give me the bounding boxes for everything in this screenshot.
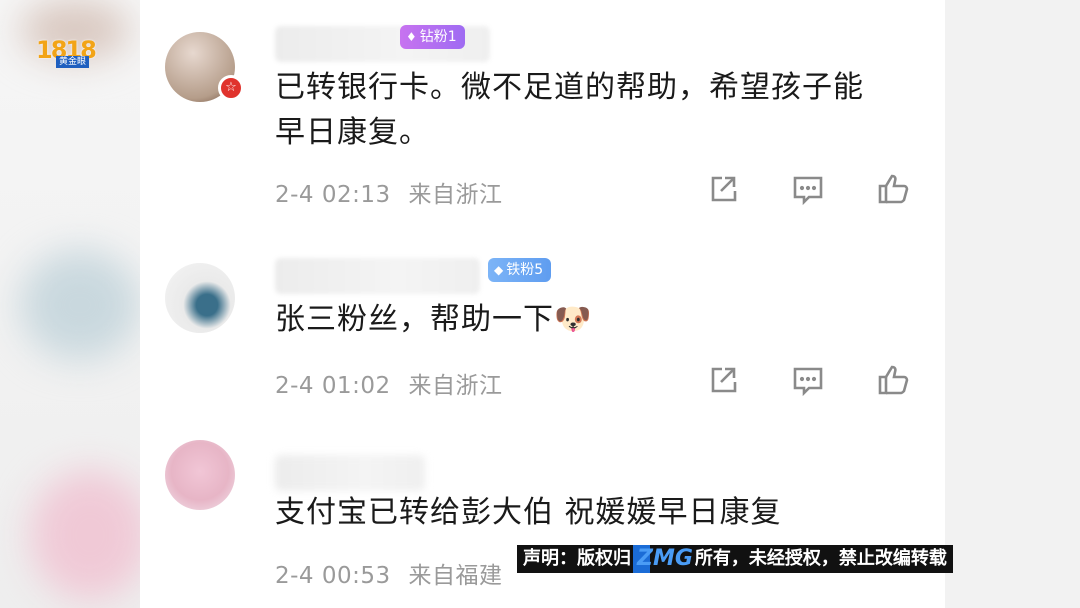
avatar[interactable] xyxy=(165,440,235,510)
share-icon[interactable] xyxy=(705,362,741,398)
zmg-logo: ZMG xyxy=(633,545,693,573)
right-blur-band xyxy=(945,0,1080,608)
banner-suffix: 所有，未经授权，禁止改编转载 xyxy=(694,548,947,569)
comment-location: 来自福建 xyxy=(408,563,503,589)
fan-badge: ♦ 钻粉1 xyxy=(400,25,465,49)
banner-prefix: 声明：版权归 xyxy=(523,548,631,569)
comment-text: 已转银行卡。微不足道的帮助，希望孩子能 早日康复。 xyxy=(275,70,864,150)
thumbs-up-icon[interactable] xyxy=(875,362,911,398)
username[interactable] xyxy=(275,455,425,491)
comment-meta: 2-4 01:02 来自浙江 xyxy=(275,366,502,400)
comment-icon[interactable] xyxy=(790,362,826,398)
comment-text: 支付宝已转给彭大伯 祝媛媛早日康复 xyxy=(275,495,782,530)
comment-time: 2-4 00:53 xyxy=(275,563,391,589)
comment-meta: 2-4 02:13 来自浙江 xyxy=(275,175,502,209)
avatar[interactable] xyxy=(165,263,235,333)
left-blur-band xyxy=(0,0,140,608)
share-icon[interactable] xyxy=(705,171,741,207)
copyright-banner: 声明：版权归 ZMG 所有，未经授权，禁止改编转载 xyxy=(517,545,953,573)
comment-location: 来自浙江 xyxy=(408,182,503,208)
diamond-icon: ◆ xyxy=(494,263,504,277)
comment-feed: ☆ ♦ 钻粉1 已转银行卡。微不足道的帮助，希望孩子能 早日康复。 2-4 02… xyxy=(140,0,945,608)
comment-text: 张三粉丝，帮助一下🐶 xyxy=(275,302,593,337)
thumbs-up-icon[interactable] xyxy=(875,171,911,207)
fan-badge: ◆ 铁粉5 xyxy=(488,258,552,282)
comment-location: 来自浙江 xyxy=(408,373,503,399)
comment-item: 支付宝已转给彭大伯 祝媛媛早日康复 2-4 00:53 来自福建 xyxy=(140,420,945,608)
comment-meta: 2-4 00:53 来自福建 xyxy=(275,556,502,590)
comment-time: 2-4 01:02 xyxy=(275,373,391,399)
verified-badge-icon: ☆ xyxy=(218,75,244,101)
diamond-icon: ♦ xyxy=(406,30,417,44)
username[interactable] xyxy=(275,258,480,294)
comment-time: 2-4 02:13 xyxy=(275,182,391,208)
comment-icon[interactable] xyxy=(790,171,826,207)
station-logo: 1818 黄金眼 xyxy=(36,36,97,68)
